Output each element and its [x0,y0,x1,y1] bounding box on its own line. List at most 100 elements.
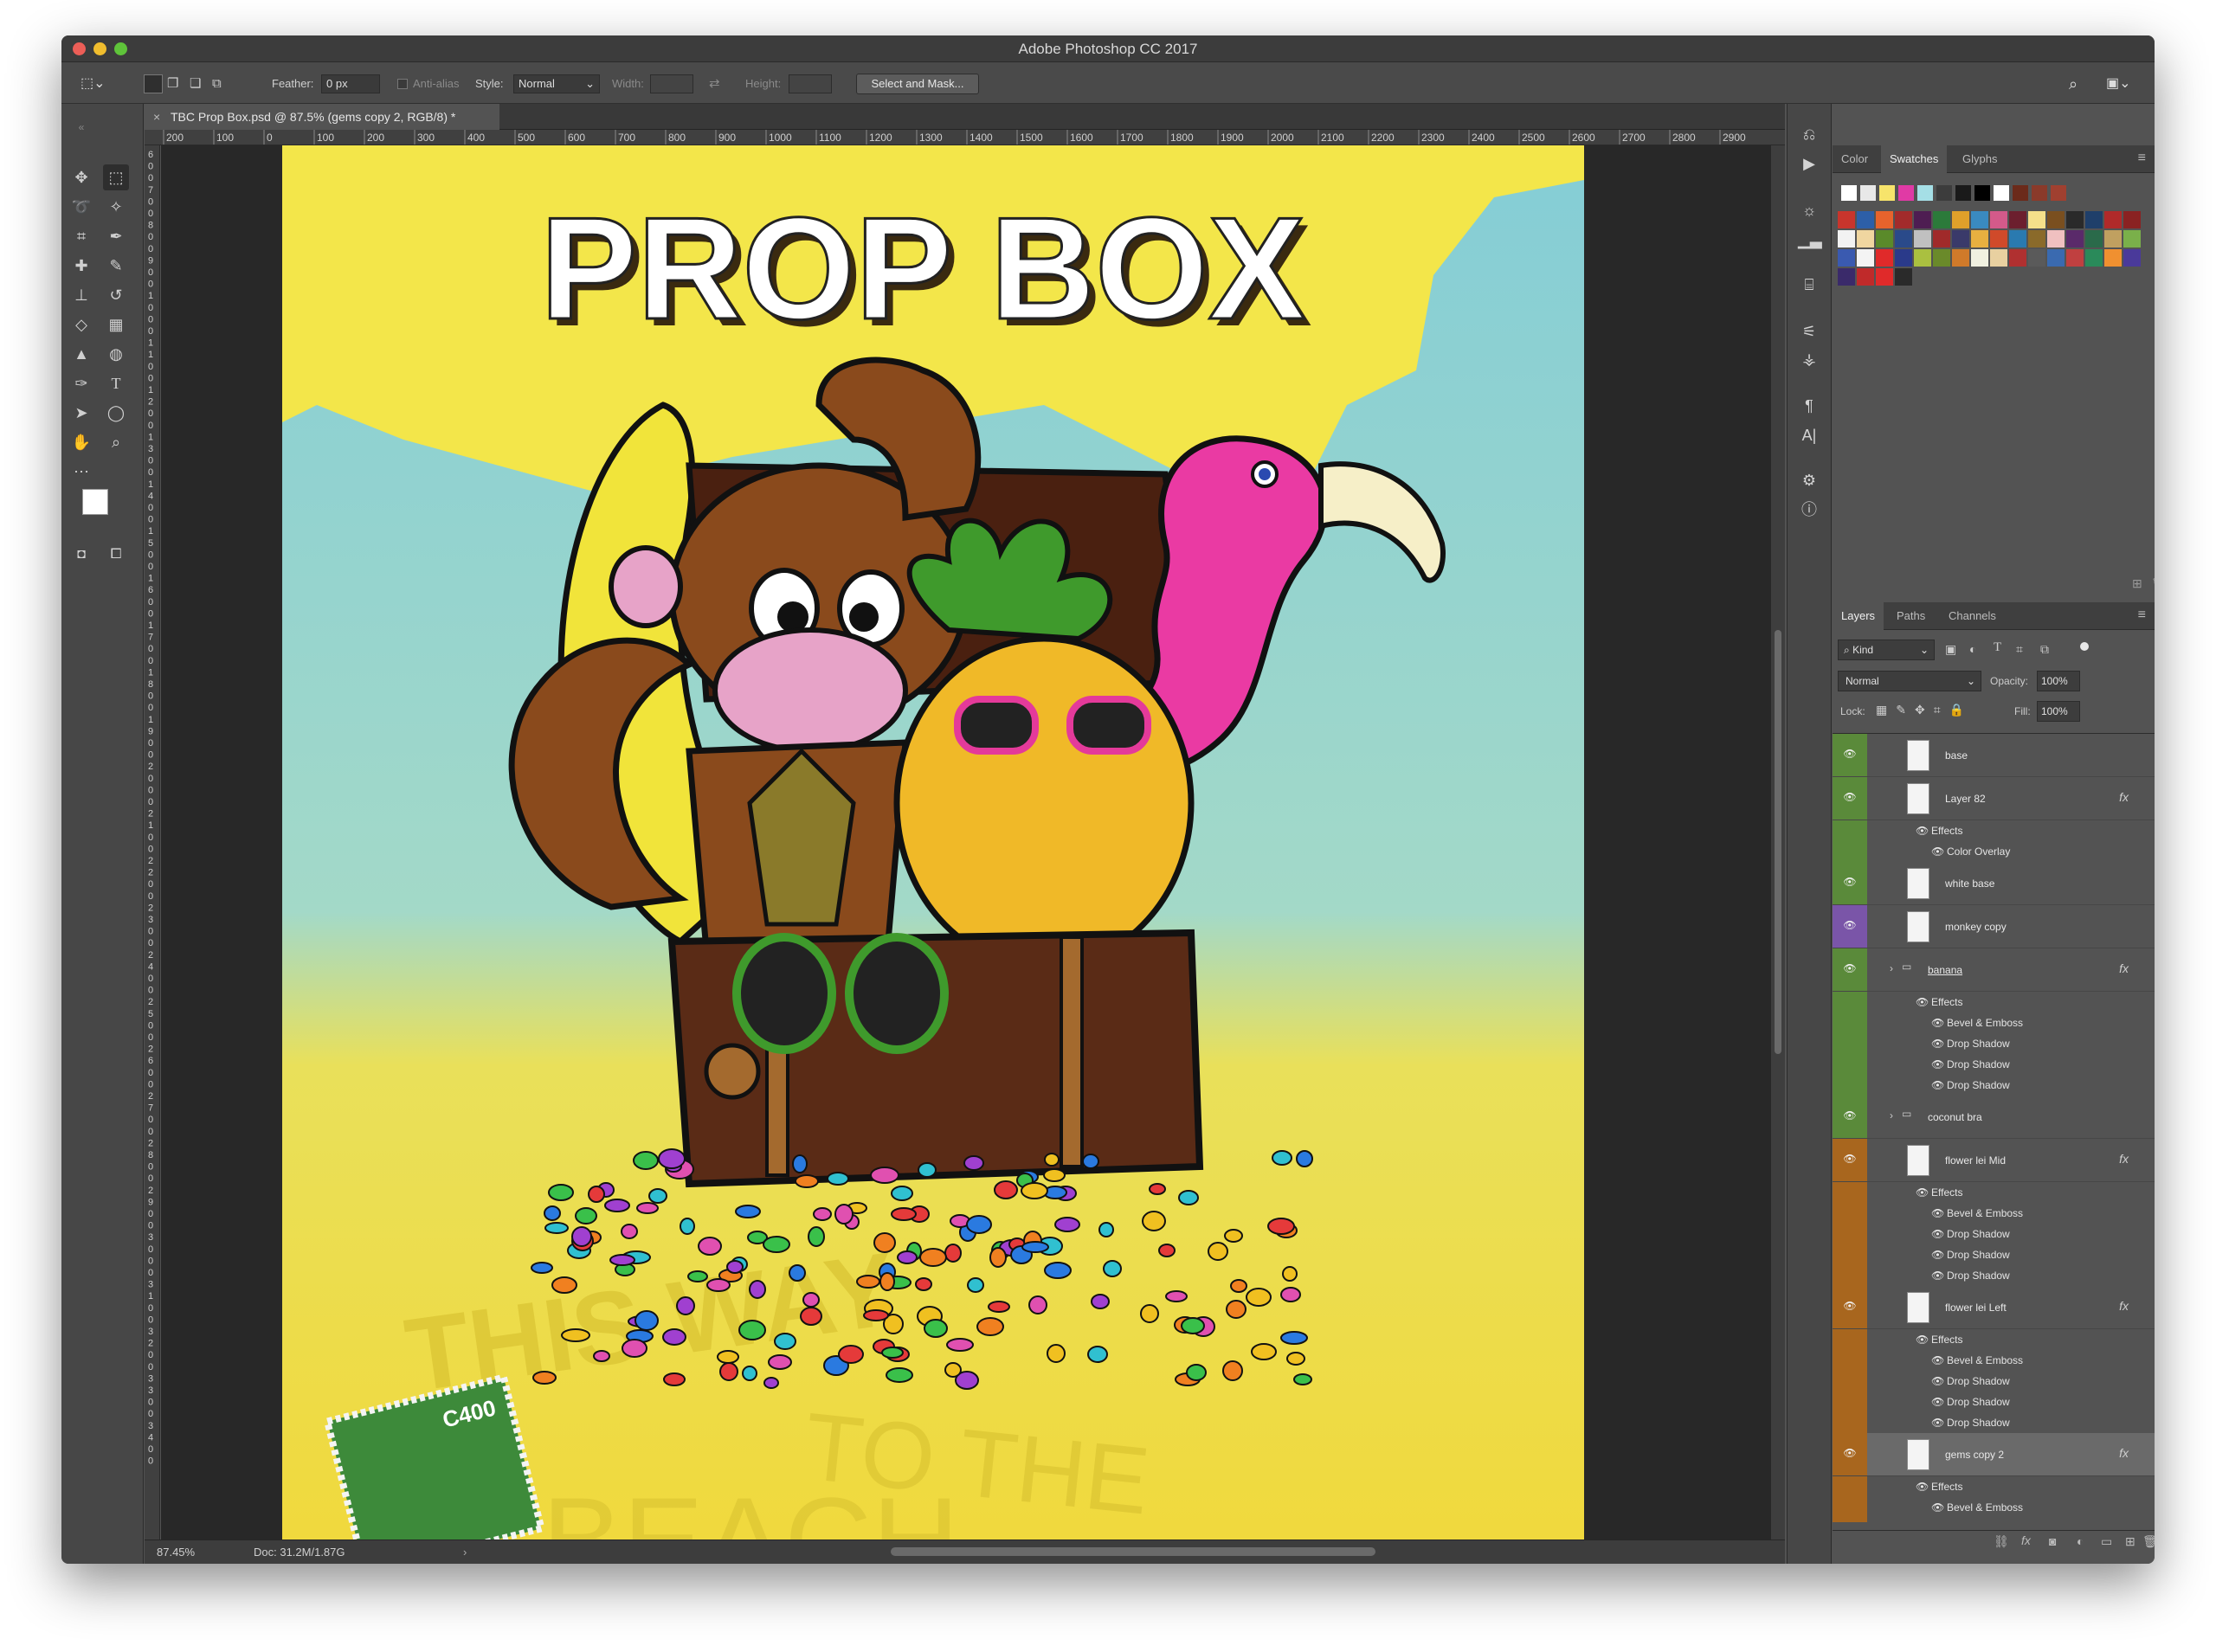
layer-name[interactable]: gems copy 2 [1945,1449,2004,1461]
swatch[interactable] [2009,230,2026,247]
pen-tool-icon[interactable]: ✑ [68,370,94,396]
brush-tool-icon[interactable]: ✎ [103,253,129,279]
zoom-tool-icon[interactable]: ⌕ [103,429,129,455]
layer-row[interactable]: 👁 flower lei Mid fx [1833,1139,2155,1182]
effect-row[interactable]: 👁Stroke [1833,1518,2155,1522]
layer-row[interactable]: 👁 flower lei Left fx [1833,1286,2155,1329]
close-window-button[interactable] [73,42,86,55]
swatch[interactable] [1857,230,1874,247]
layer-row[interactable]: 👁 base [1833,734,2155,777]
recent-swatch[interactable] [2032,185,2047,201]
marquee-tool-icon[interactable]: ⬚ [103,164,129,190]
swatch[interactable] [2009,249,2026,267]
swatch[interactable] [1876,230,1893,247]
horizontal-scroll-thumb[interactable] [891,1547,1375,1556]
panel-menu-icon[interactable]: ≡ [2138,151,2146,166]
antialias-checkbox[interactable] [397,79,408,89]
swatch[interactable] [1933,230,1950,247]
swatch[interactable] [1971,211,1988,228]
layer-row[interactable]: 👁 Layer 82 fx [1833,777,2155,820]
effect-row[interactable]: 👁 Drop Shadow [1833,1371,2155,1392]
blur-tool-icon[interactable]: ▲ [68,341,94,367]
swatch[interactable] [1838,249,1855,267]
new-selection-icon[interactable] [144,74,163,93]
effect-row[interactable]: 👁 Drop Shadow [1833,1412,2155,1433]
effect-visibility-icon[interactable]: 👁 [1931,845,1947,858]
swatch[interactable] [2104,249,2122,267]
effect-row[interactable]: 👁 Bevel & Emboss [1833,1497,2155,1518]
layer-name[interactable]: flower lei Left [1945,1302,2007,1314]
swatch[interactable] [1990,230,2007,247]
libraries-icon[interactable]: ⌸ [1798,273,1820,296]
scrollbar-thumb[interactable] [1775,630,1781,1054]
swatch[interactable] [1933,249,1950,267]
swatch[interactable] [1895,211,1912,228]
layer-thumbnail[interactable] [1907,783,1929,814]
layer-name[interactable]: banana [1928,964,1962,976]
swatch[interactable] [1952,230,1969,247]
swatch[interactable] [2085,249,2103,267]
swatch[interactable] [1876,268,1893,286]
chevron-right-icon[interactable]: › [1890,962,1893,974]
fx-badge-icon[interactable]: fx [2119,1299,2129,1313]
layer-name[interactable]: monkey copy [1945,921,2007,933]
minimize-window-button[interactable] [93,42,106,55]
layer-name[interactable]: Layer 82 [1945,793,1986,805]
effect-row[interactable]: 👁 Drop Shadow [1833,1392,2155,1412]
effect-row[interactable]: 👁 Drop Shadow [1833,1244,2155,1265]
layer-thumbnail[interactable] [1907,911,1929,942]
swatch[interactable] [1914,249,1931,267]
brush-presets-icon[interactable]: ⚶ [1798,348,1820,370]
swatch[interactable] [1990,211,2007,228]
tab-glyphs[interactable]: Glyphs [1954,145,2006,173]
ellipse-tool-icon[interactable]: ◯ [103,400,129,426]
swatch[interactable] [1971,230,1988,247]
close-tab-icon[interactable]: × [153,104,160,130]
effect-row[interactable]: 👁 Drop Shadow [1833,1054,2155,1075]
layer-row[interactable]: 👁 gems copy 2 fx [1833,1433,2155,1476]
effect-visibility-icon[interactable]: 👁 [1916,1186,1931,1199]
effects-header[interactable]: 👁 Effects [1833,1182,2155,1203]
zoom-window-button[interactable] [114,42,127,55]
magic-wand-icon[interactable]: ✧ [103,194,129,220]
swatch[interactable] [1933,211,1950,228]
new-layer-icon[interactable]: ⊞ [2125,1534,2135,1549]
effect-visibility-icon[interactable]: 👁 [1931,1354,1947,1366]
effect-row[interactable]: 👁 Drop Shadow [1833,1224,2155,1244]
effects-header[interactable]: 👁 Effects [1833,820,2155,841]
visibility-eye-icon[interactable]: 👁 [1843,748,1857,760]
effect-visibility-icon[interactable]: 👁 [1916,1481,1931,1493]
visibility-eye-icon[interactable]: 👁 [1843,1153,1857,1165]
fill-input[interactable]: 100% [2037,701,2080,722]
canvas-area[interactable]: THIS WAY TO THE BEACH PROP BOX PROP BOX [161,145,1771,1540]
fx-badge-icon[interactable]: fx [2119,1446,2129,1460]
effect-visibility-icon[interactable]: 👁 [1931,1375,1947,1387]
visibility-eye-icon[interactable]: 👁 [1843,1109,1857,1122]
delete-layer-icon[interactable]: 🗑 [2142,1534,2155,1549]
swatch[interactable] [2066,249,2084,267]
recent-swatch[interactable] [1879,185,1895,201]
effect-row[interactable]: 👁 Bevel & Emboss [1833,1012,2155,1033]
adjustment-layer-icon[interactable]: ◐ [2077,1534,2084,1548]
layer-row[interactable]: 👁 › ▭ banana fx [1833,948,2155,992]
layer-row[interactable]: 👁 white base [1833,862,2155,905]
effect-visibility-icon[interactable]: 👁 [1931,1017,1947,1029]
document-tab[interactable]: × TBC Prop Box.psd @ 87.5% (gems copy 2,… [145,104,499,130]
swatch[interactable] [1914,230,1931,247]
layer-thumbnail[interactable] [1907,1439,1929,1470]
recent-swatch[interactable] [1860,185,1876,201]
quick-mask-icon[interactable]: ◘ [68,542,94,568]
swatch[interactable] [1895,249,1912,267]
effect-visibility-icon[interactable]: 👁 [1931,1038,1947,1050]
swatch[interactable] [2085,211,2103,228]
recent-swatch[interactable] [1841,185,1857,201]
effect-visibility-icon[interactable]: 👁 [1931,1396,1947,1408]
foreground-color-swatch[interactable] [82,489,108,515]
effect-visibility-icon[interactable]: 👁 [1916,996,1931,1008]
style-select[interactable]: Normal ⌄ [513,74,600,93]
effect-visibility-icon[interactable]: 👁 [1916,1334,1931,1346]
move-tool-icon[interactable]: ✥ [68,164,94,190]
histogram-icon[interactable]: ▁▃ [1798,228,1822,251]
swatch[interactable] [2028,249,2045,267]
workspace-icon[interactable]: ▣⌄ [2106,74,2131,93]
